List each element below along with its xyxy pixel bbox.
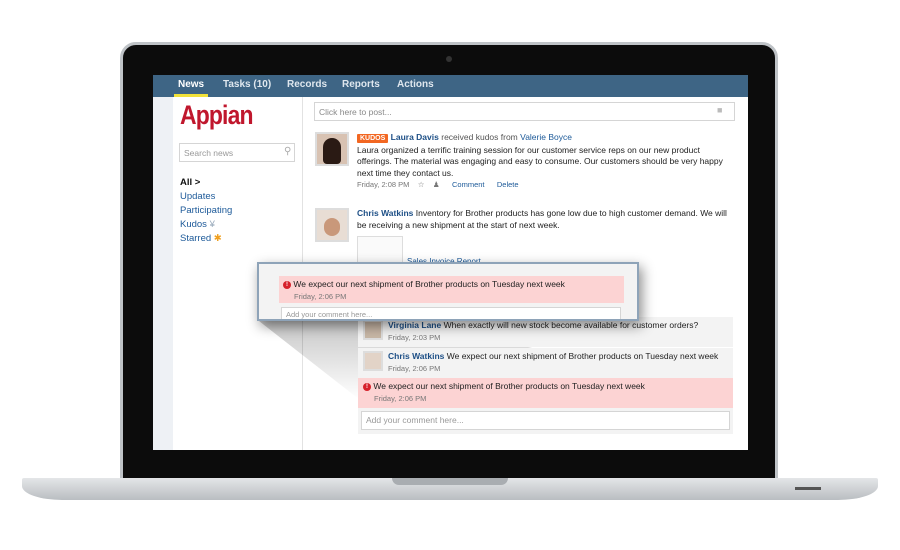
- avatar: [315, 132, 349, 166]
- magnified-error: ! We expect our next shipment of Brother…: [279, 276, 624, 303]
- author-link[interactable]: Virginia Lane: [388, 320, 441, 330]
- camera-icon: [446, 56, 452, 62]
- tab-actions[interactable]: Actions: [397, 79, 434, 90]
- comment-time: Friday, 2:03 PM: [388, 332, 441, 342]
- laptop-notch: [392, 478, 508, 485]
- magnified-comment-input[interactable]: Add your comment here...: [281, 307, 621, 319]
- appian-logo: Appian: [180, 100, 254, 130]
- tab-records[interactable]: Records: [287, 79, 327, 90]
- comment-input[interactable]: Add your comment here...: [361, 411, 730, 430]
- error-icon: !: [283, 280, 291, 289]
- filter-starred-label: Starred: [180, 233, 212, 244]
- kudos-icon: ¥: [209, 219, 215, 230]
- laptop-slot: [795, 487, 821, 490]
- comment-bubble-icon: ■: [717, 105, 723, 115]
- tab-news[interactable]: News: [178, 79, 204, 90]
- person-icon[interactable]: ♟: [433, 180, 440, 189]
- filter-updates[interactable]: Updates: [180, 191, 215, 202]
- comment-link[interactable]: Comment: [452, 180, 485, 189]
- author-link[interactable]: Chris Watkins: [357, 208, 413, 218]
- comment-time: Friday, 2:06 PM: [388, 363, 441, 373]
- error-comment: ! We expect our next shipment of Brother…: [358, 378, 733, 408]
- top-nav: News Tasks (10) Records Reports Actions: [153, 75, 748, 97]
- error-icon: !: [363, 382, 371, 391]
- search-input[interactable]: Search news: [179, 143, 295, 162]
- avatar: [363, 351, 383, 371]
- filter-kudos-label: Kudos: [180, 219, 207, 230]
- tab-reports[interactable]: Reports: [342, 79, 380, 90]
- comment: Chris Watkins We expect our next shipmen…: [358, 348, 733, 378]
- target-link[interactable]: Valerie Boyce: [520, 132, 572, 142]
- author-link[interactable]: Chris Watkins: [388, 351, 444, 361]
- error-time: Friday, 2:06 PM: [374, 393, 427, 403]
- filter-kudos[interactable]: Kudos ¥: [180, 219, 215, 230]
- error-text: We expect our next shipment of Brother p…: [293, 279, 565, 289]
- post-time: Friday, 2:08 PM: [357, 180, 410, 189]
- kudos-post: KUDOS Laura Davis received kudos from Va…: [357, 132, 737, 191]
- update-post: Chris Watkins Inventory for Brother prod…: [357, 208, 732, 231]
- error-text: We expect our next shipment of Brother p…: [373, 381, 645, 391]
- comment: Virginia Lane When exactly will new stoc…: [358, 317, 733, 347]
- post-action: received kudos from: [441, 132, 518, 142]
- avatar: [363, 320, 383, 340]
- left-gutter: [153, 97, 173, 450]
- search-icon[interactable]: ⚲: [284, 146, 291, 157]
- delete-link[interactable]: Delete: [497, 180, 519, 189]
- attachment-thumbnail[interactable]: [357, 236, 403, 264]
- post-input[interactable]: Click here to post...: [314, 102, 735, 121]
- post-text: Inventory for Brother products has gone …: [357, 208, 727, 230]
- author-link[interactable]: Laura Davis: [391, 132, 439, 142]
- kudos-badge: KUDOS: [357, 134, 389, 143]
- comment-text: We expect our next shipment of Brother p…: [446, 351, 719, 361]
- filter-participating[interactable]: Participating: [180, 205, 232, 216]
- star-icon: ✱: [213, 233, 222, 244]
- error-time: Friday, 2:06 PM: [294, 291, 347, 301]
- comment-box: Add your comment here...: [358, 408, 733, 434]
- tab-tasks[interactable]: Tasks (10): [223, 79, 271, 90]
- magnified-callout: ! We expect our next shipment of Brother…: [257, 262, 639, 321]
- filter-starred[interactable]: Starred ✱: [180, 233, 222, 244]
- star-icon[interactable]: ☆: [418, 180, 425, 189]
- comment-text: When exactly will new stock become avail…: [443, 320, 699, 330]
- filter-all[interactable]: All >: [180, 177, 200, 188]
- post-text: Laura organized a terrific training sess…: [357, 144, 723, 178]
- avatar: [315, 208, 349, 242]
